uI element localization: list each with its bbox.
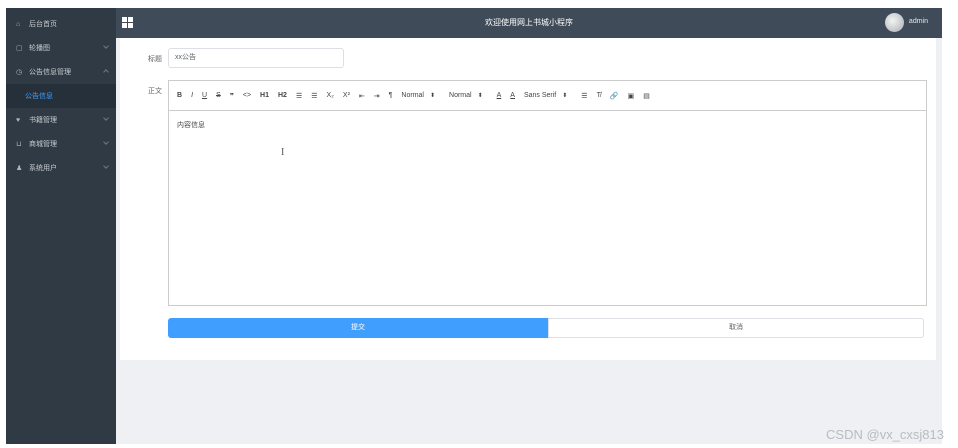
sidebar-item-label: 系统用户: [29, 165, 57, 172]
heart-icon: ♥: [16, 116, 21, 124]
header2-button[interactable]: H2: [278, 92, 287, 99]
submit-button[interactable]: 提交: [168, 318, 548, 338]
user-icon: ♟: [16, 165, 23, 172]
chevron-up-icon: [103, 69, 109, 75]
title-input[interactable]: xx公告: [168, 48, 344, 68]
sidebar-item-label: 书籍管理: [29, 117, 57, 124]
sidebar-item-home[interactable]: ⌂ 后台首页: [6, 12, 116, 36]
sidebar-item-books[interactable]: ♥ 书籍管理: [6, 108, 116, 132]
avatar[interactable]: [885, 13, 904, 32]
cancel-button[interactable]: 取消: [548, 318, 924, 338]
content-label: 正文: [148, 88, 162, 95]
video-icon[interactable]: ▤: [643, 92, 650, 100]
content-text: 内容信息: [177, 122, 205, 129]
editor-toolbar: B I U S ❞ <> H1 H2 ☰ ☰ X₂ X² ⇤ ⇥ ¶ Norma…: [169, 81, 926, 111]
underline-button[interactable]: U: [202, 92, 207, 99]
code-button[interactable]: <>: [243, 92, 251, 99]
top-bar: 欢迎使用网上书城小程序 admin: [116, 8, 942, 38]
sidebar-item-users[interactable]: ♟ 系统用户: [6, 156, 116, 180]
clean-format-button[interactable]: T̸: [597, 92, 601, 99]
clock-icon: ◷: [16, 69, 23, 76]
sidebar-item-notice-management[interactable]: ◷ 公告信息管理: [6, 60, 116, 84]
sidebar-item-label: 商城管理: [29, 141, 57, 148]
chevron-down-icon: [103, 43, 109, 49]
sidebar-subitem-notice[interactable]: 公告信息: [6, 84, 116, 108]
sidebar-item-label: 轮播图: [29, 45, 50, 52]
select-arrow-icon: ⬍: [477, 93, 483, 99]
link-icon[interactable]: 🔗: [610, 92, 619, 100]
select-arrow-icon: ⬍: [429, 93, 436, 99]
bullet-list-button[interactable]: ☰: [311, 92, 317, 100]
chevron-down-icon: [103, 139, 109, 145]
app-root: ⌂ 后台首页 ▢ 轮播图 ◷ 公告信息管理 公告信息 ♥ 书籍管理 ⊔ 商城管理…: [0, 0, 958, 448]
user-name[interactable]: admin: [909, 18, 928, 25]
rich-text-editor: B I U S ❞ <> H1 H2 ☰ ☰ X₂ X² ⇤ ⇥ ¶ Norma…: [168, 80, 927, 306]
title-label: 标题: [148, 56, 162, 63]
background-color-button[interactable]: A: [510, 92, 515, 99]
bold-button[interactable]: B: [177, 92, 182, 99]
italic-button[interactable]: I: [191, 92, 193, 99]
align-button[interactable]: ☰: [581, 92, 587, 100]
size-select-1[interactable]: Normal: [401, 92, 424, 99]
superscript-button[interactable]: X²: [343, 92, 350, 99]
strike-button[interactable]: S: [216, 92, 221, 99]
chevron-down-icon: [103, 115, 109, 121]
subscript-button[interactable]: X₂: [327, 92, 334, 99]
sidebar-item-label: 公告信息管理: [29, 69, 71, 76]
sidebar-item-label: 后台首页: [29, 21, 57, 28]
watermark: CSDN @vx_cxsj813: [826, 427, 944, 442]
header1-button[interactable]: H1: [260, 92, 269, 99]
home-icon: ⌂: [16, 20, 21, 28]
editor-content[interactable]: 内容信息 I: [169, 111, 926, 306]
outdent-button[interactable]: ⇤: [359, 92, 365, 100]
sidebar-subitem-label: 公告信息: [25, 93, 53, 100]
quote-button[interactable]: ❞: [230, 92, 234, 100]
indent-button[interactable]: ⇥: [374, 92, 380, 100]
font-color-button[interactable]: A: [497, 92, 502, 99]
page-title: 欢迎使用网上书城小程序: [485, 18, 573, 27]
image-icon[interactable]: ▣: [628, 92, 635, 100]
cart-icon: ⊔: [16, 141, 22, 148]
sidebar: ⌂ 后台首页 ▢ 轮播图 ◷ 公告信息管理 公告信息 ♥ 书籍管理 ⊔ 商城管理…: [6, 8, 116, 444]
size-select-2[interactable]: Normal: [449, 92, 472, 99]
font-family-select[interactable]: Sans Serif: [524, 92, 556, 99]
select-arrow-icon: ⬍: [562, 93, 568, 99]
sidebar-item-carousel[interactable]: ▢ 轮播图: [6, 36, 116, 60]
text-cursor-icon: I: [281, 147, 285, 158]
image-icon: ▢: [16, 45, 23, 52]
direction-button[interactable]: ¶: [389, 92, 393, 99]
chevron-down-icon: [103, 163, 109, 169]
ordered-list-button[interactable]: ☰: [296, 92, 302, 100]
sidebar-item-shop[interactable]: ⊔ 商城管理: [6, 132, 116, 156]
